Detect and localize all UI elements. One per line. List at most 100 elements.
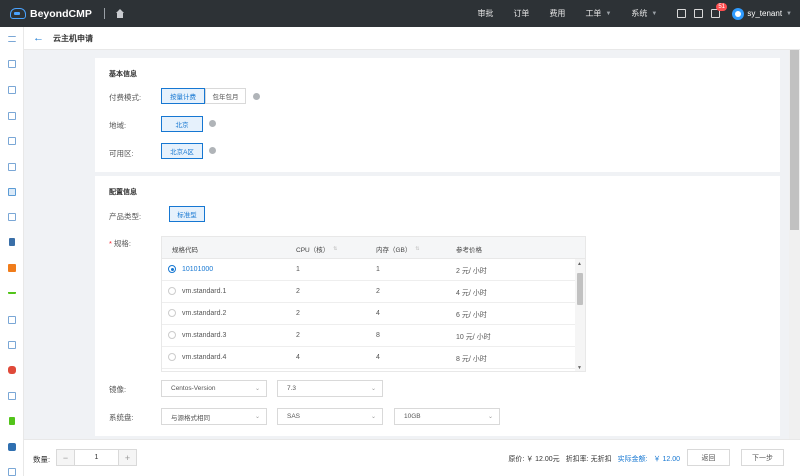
table-scrollbar[interactable]: ▲ ▼ [575, 259, 585, 371]
divider [103, 8, 105, 19]
billing-option-subscription[interactable]: 包年包月 [205, 88, 246, 104]
sort-icon[interactable]: ⇅ [333, 246, 337, 252]
product-type-standard[interactable]: 标准型 [169, 206, 205, 222]
billing-label: 付费模式: [109, 93, 142, 102]
download-icon[interactable] [9, 417, 15, 425]
col-cpu[interactable]: CPU（核） ⇅ [296, 244, 337, 254]
document-icon[interactable] [8, 112, 16, 120]
home-icon[interactable] [115, 8, 125, 19]
quantity-input[interactable]: 1 [74, 450, 119, 465]
spec-label-text: 规格: [113, 239, 132, 248]
mail-icon[interactable]: 51 [711, 3, 728, 18]
disk-size-select[interactable]: 10GB ⌄ [394, 408, 500, 425]
zone-option-beijing-a[interactable]: 北京A区 [161, 143, 203, 159]
top-nav: 审批 订单 费用 工单 ▼ 系统 ▼ 51 sy_tenant ▼ [477, 0, 800, 27]
spec-radio[interactable] [168, 331, 176, 339]
table-row[interactable]: 10101000 1 1 2 元/ 小时 [162, 259, 585, 281]
discount-rate: 折扣率: 无折扣 [565, 456, 612, 463]
image-version-select[interactable]: 7.3 ⌄ [277, 380, 383, 397]
disk-type-select[interactable]: SAS ⌄ [277, 408, 383, 425]
nav-orders[interactable]: 订单 [513, 8, 529, 19]
menu-toggle-icon[interactable] [8, 36, 16, 42]
image-version-value: 7.3 [287, 385, 297, 392]
billing-option-pay-as-you-go[interactable]: 按量计费 [161, 88, 205, 104]
table-row[interactable]: vm.standard.1 2 2 4 元/ 小时 [162, 281, 585, 303]
spec-label: * 规格: [109, 239, 132, 248]
database-icon[interactable] [8, 163, 16, 171]
disk-format-select[interactable]: 与源格式相同 ⌄ [161, 408, 267, 425]
chevron-down-icon: ▼ [651, 10, 658, 17]
section-title: 基本信息 [109, 71, 137, 78]
user-menu[interactable]: sy_tenant ▼ [732, 7, 792, 20]
scroll-down-icon[interactable]: ▼ [577, 365, 582, 371]
table-icon[interactable] [8, 316, 16, 324]
cell-mem: 4 [376, 310, 380, 317]
cell-cpu: 2 [296, 288, 300, 295]
page-scroll-thumb[interactable] [790, 50, 799, 230]
image-os-value: Centos-Version [171, 385, 216, 392]
cart-icon[interactable] [694, 9, 704, 18]
disk-format-value: 与源格式相同 [171, 414, 210, 422]
network-icon[interactable] [8, 213, 16, 221]
disk-size-value: 10GB [404, 413, 421, 420]
chevron-down-icon: ⌄ [370, 414, 376, 420]
spec-radio[interactable] [168, 353, 176, 361]
layers-icon[interactable] [8, 341, 16, 349]
monitor-icon[interactable] [8, 188, 16, 196]
spec-radio[interactable] [168, 265, 176, 273]
cell-price: 2 元/ 小时 [456, 268, 487, 275]
cell-code: vm.standard.4 [182, 354, 227, 361]
image-os-select[interactable]: Centos-Version ⌄ [161, 380, 267, 397]
table-row[interactable]: vm.standard.4 4 4 8 元/ 小时 [162, 347, 585, 369]
scroll-up-icon[interactable]: ▲ [577, 261, 582, 267]
clipboard-icon[interactable] [677, 9, 687, 18]
user-icon[interactable] [9, 238, 15, 246]
region-option-beijing[interactable]: 北京 [161, 116, 203, 132]
page-scrollbar[interactable] [789, 50, 800, 439]
spec-radio[interactable] [168, 287, 176, 295]
next-button[interactable]: 下一步 [741, 449, 784, 466]
cell-mem: 1 [376, 266, 380, 273]
total-amount: ￥ 12.00 [653, 456, 680, 463]
zone-label: 可用区: [109, 149, 134, 158]
cell-cpu: 2 [296, 310, 300, 317]
nav-system-label: 系统 [631, 9, 648, 18]
cluster-icon[interactable] [8, 468, 16, 476]
server-icon[interactable] [8, 86, 16, 94]
chevron-down-icon: ⌄ [254, 386, 260, 392]
sort-icon[interactable]: ⇅ [415, 246, 419, 252]
nav-tickets-label: 工单 [585, 9, 602, 18]
chat-icon[interactable] [8, 443, 16, 451]
spec-radio[interactable] [168, 309, 176, 317]
table-row[interactable]: vm.standard.2 2 4 6 元/ 小时 [162, 303, 585, 325]
table-row[interactable]: vm.standard.3 2 8 10 元/ 小时 [162, 325, 585, 347]
back-arrow-icon[interactable]: ← [33, 32, 44, 44]
col-memory[interactable]: 内存（GB） ⇅ [376, 244, 420, 254]
help-icon[interactable] [209, 147, 216, 154]
basic-info-card: 基本信息 付费模式: 按量计费 包年包月 地域: 北京 可用区: 北京A区 [95, 58, 780, 172]
stack-icon[interactable] [8, 366, 16, 374]
nav-tickets[interactable]: 工单 ▼ [585, 8, 611, 19]
logo[interactable]: BeyondCMP [10, 8, 92, 20]
increment-button[interactable]: + [119, 450, 136, 465]
list-icon[interactable] [8, 137, 16, 145]
cell-code: vm.standard.3 [182, 332, 227, 339]
help-icon[interactable] [253, 93, 260, 100]
box-icon[interactable] [8, 264, 16, 272]
image-label: 镜像: [109, 385, 127, 394]
nav-system[interactable]: 系统 ▼ [631, 8, 657, 19]
grid-icon[interactable] [8, 60, 16, 68]
cell-cpu: 4 [296, 354, 300, 361]
nav-costs[interactable]: 费用 [549, 8, 565, 19]
sidebar [0, 27, 24, 476]
chart-icon[interactable] [8, 290, 16, 294]
cell-mem: 8 [376, 332, 380, 339]
nav-approval[interactable]: 审批 [477, 8, 493, 19]
cell-mem: 2 [376, 288, 380, 295]
top-bar: BeyondCMP 审批 订单 费用 工单 ▼ 系统 ▼ 51 sy_tenant … [0, 0, 800, 27]
back-button[interactable]: 返回 [687, 449, 730, 466]
decrement-button[interactable]: − [57, 450, 74, 465]
help-icon[interactable] [209, 120, 216, 127]
settings-icon[interactable] [8, 392, 16, 400]
table-scroll-thumb[interactable] [577, 273, 583, 305]
